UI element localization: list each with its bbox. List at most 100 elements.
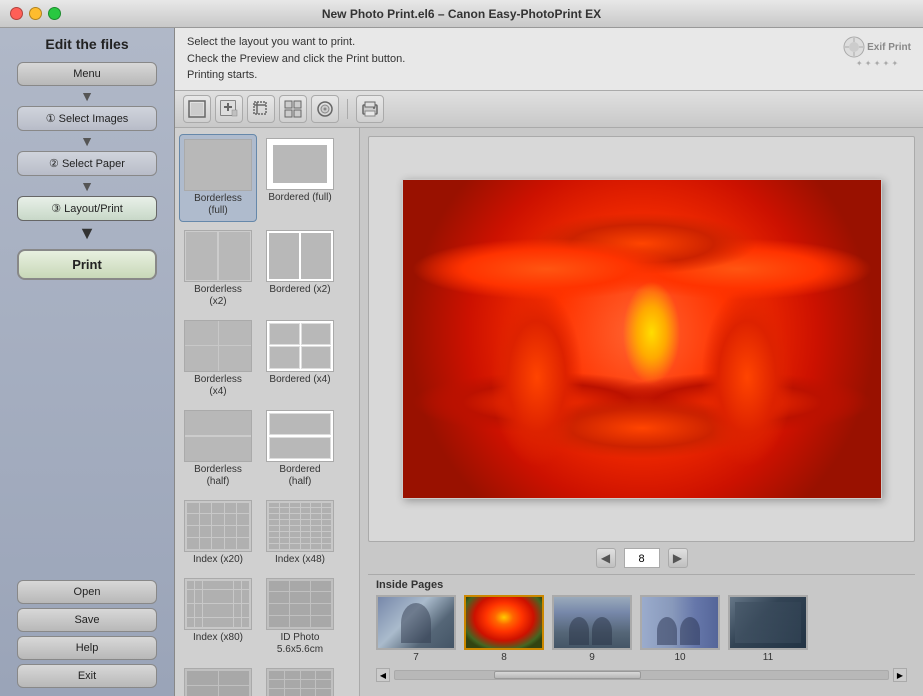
add-image-tool[interactable] (215, 95, 243, 123)
print-preview-tool[interactable] (356, 95, 384, 123)
layout-row-2: Borderless(x2) Bordered (x2) (179, 224, 355, 314)
exif-print-logo: Exif Print ✦ ✦ ✦ ✦ ✦ (843, 36, 911, 70)
flower-image (403, 180, 881, 498)
print-icon (361, 100, 379, 118)
close-button[interactable] (10, 7, 23, 20)
strip-scroll-right[interactable]: ▶ (893, 668, 907, 682)
step3-label: Layout/Print (64, 203, 123, 215)
color-tool[interactable] (311, 95, 339, 123)
layout-thumb-borderless-half (184, 410, 252, 462)
layout-label-bordered-x4: Bordered (x4) (269, 374, 330, 386)
layout-label-index-x48: Index (x48) (275, 554, 325, 566)
layout-label-borderless-half: Borderless(half) (194, 464, 242, 488)
print-button[interactable]: Print (17, 249, 157, 280)
menu-button[interactable]: Menu (17, 62, 157, 86)
next-page-button[interactable]: ▶ (668, 548, 688, 568)
prev-page-button[interactable]: ◀ (596, 548, 616, 568)
layout-item-borderless-x2[interactable]: Borderless(x2) (179, 226, 257, 312)
strip-item-9[interactable]: 9 (552, 595, 632, 663)
thumbnail-strip: 7 8 (376, 595, 907, 663)
layout-item-index-x80[interactable]: Index (x80) (179, 574, 257, 660)
step2-label: Select Paper (62, 158, 125, 170)
help-button[interactable]: Help (17, 636, 157, 660)
strip-num-8: 8 (501, 652, 507, 663)
step1-num: ① (46, 113, 59, 125)
layout-label-borderless-x2: Borderless(x2) (194, 284, 242, 308)
thumbnail-strip-container: Inside Pages 7 (368, 574, 915, 688)
strip-item-7[interactable]: 7 (376, 595, 456, 663)
layout-icon (188, 100, 206, 118)
layout-item-borderless-full[interactable]: Borderless(full) (179, 134, 257, 222)
layout-item-index-x48[interactable]: Index (x48) (261, 496, 339, 570)
maximize-button[interactable] (48, 7, 61, 20)
layout-item-id-photo-3[interactable]: ID Photo (261, 664, 339, 696)
strip-image-7 (378, 597, 454, 648)
layout-item-bordered-full[interactable]: Bordered (full) (261, 134, 339, 222)
info-line-2: Check the Preview and click the Print bu… (187, 51, 911, 68)
layout-item-bordered-x4[interactable]: Bordered (x4) (261, 316, 339, 402)
layout-thumb-bordered-x4 (266, 320, 334, 372)
arrow-2: ▼ (80, 134, 94, 148)
strip-num-10: 10 (674, 652, 685, 663)
layout-item-index-x20[interactable]: Index (x20) (179, 496, 257, 570)
layout-row-1: Borderless(full) Bordered (full) (179, 132, 355, 224)
strip-image-11 (730, 597, 806, 648)
strip-scroll-left[interactable]: ◀ (376, 668, 390, 682)
layout-item-borderless-half[interactable]: Borderless(half) (179, 406, 257, 492)
layout-thumb-bordered-x2 (266, 230, 334, 282)
layout-label-borderless-x4: Borderless(x4) (194, 374, 242, 398)
layout-item-bordered-half[interactable]: Bordered(half) (261, 406, 339, 492)
sidebar-bottom: Open Save Help Exit (17, 580, 157, 688)
strip-item-8[interactable]: 8 (464, 595, 544, 663)
select-layout-tool[interactable] (183, 95, 211, 123)
layout-item-id-photo-1[interactable]: ID Photo5.6x5.6cm (261, 574, 339, 660)
work-area: Borderless(full) Bordered (full) (175, 128, 923, 696)
layout-row-4: Borderless(half) Bordered(half) (179, 404, 355, 494)
color-icon (316, 100, 334, 118)
sidebar-title: Edit the files (45, 36, 128, 52)
add-image-icon (220, 100, 238, 118)
strip-scroll-track[interactable] (394, 670, 889, 680)
strip-item-10[interactable]: 10 (640, 595, 720, 663)
preview-canvas (368, 136, 915, 543)
save-button[interactable]: Save (17, 608, 157, 632)
arrow-4: ▼ (78, 224, 96, 242)
window-controls (10, 7, 61, 20)
layout-item-borderless-x4[interactable]: Borderless(x4) (179, 316, 257, 402)
strip-num-9: 9 (589, 652, 595, 663)
sidebar-item-select-images[interactable]: ① Select Images (17, 106, 157, 131)
layout-panel: Borderless(full) Bordered (full) (175, 128, 360, 696)
layout-thumb-borderless-x4 (184, 320, 252, 372)
step3-num: ③ (51, 203, 64, 215)
layout-label-borderless-full: Borderless(full) (194, 193, 242, 217)
arrow-3: ▼ (80, 179, 94, 193)
strip-scrollbar: ◀ ▶ (376, 666, 907, 684)
open-button[interactable]: Open (17, 580, 157, 604)
strip-image-9 (554, 597, 630, 648)
layout-item-bordered-x2[interactable]: Bordered (x2) (261, 226, 339, 312)
layout-thumb-index-x48 (266, 500, 334, 552)
strip-item-11[interactable]: 11 (728, 595, 808, 663)
minimize-button[interactable] (29, 7, 42, 20)
crop-tool[interactable] (247, 95, 275, 123)
page-number[interactable]: 8 (624, 548, 660, 568)
strip-num-11: 11 (763, 652, 773, 663)
exif-stars: ✦ ✦ ✦ ✦ ✦ (856, 58, 898, 70)
layout-label-index-x20: Index (x20) (193, 554, 243, 566)
exif-text: Exif Print (867, 40, 911, 55)
sidebar-item-select-paper[interactable]: ② Select Paper (17, 151, 157, 176)
content-area: Select the layout you want to print. Che… (175, 28, 923, 696)
strip-thumb-9 (552, 595, 632, 650)
grid-tool[interactable] (279, 95, 307, 123)
strip-scroll-thumb[interactable] (494, 671, 642, 679)
info-line-1: Select the layout you want to print. (187, 34, 911, 51)
layout-label-index-x80: Index (x80) (193, 632, 243, 644)
strip-thumb-11 (728, 595, 808, 650)
crop-icon (252, 100, 270, 118)
exit-button[interactable]: Exit (17, 664, 157, 688)
inside-pages-label: Inside Pages (376, 579, 907, 591)
layout-item-id-photo-2[interactable]: ID Photo (179, 664, 257, 696)
sidebar-item-layout-print[interactable]: ③ Layout/Print (17, 196, 157, 221)
toolbar-separator (347, 99, 348, 119)
layout-scroll-content[interactable]: Borderless(full) Bordered (full) (175, 128, 359, 696)
